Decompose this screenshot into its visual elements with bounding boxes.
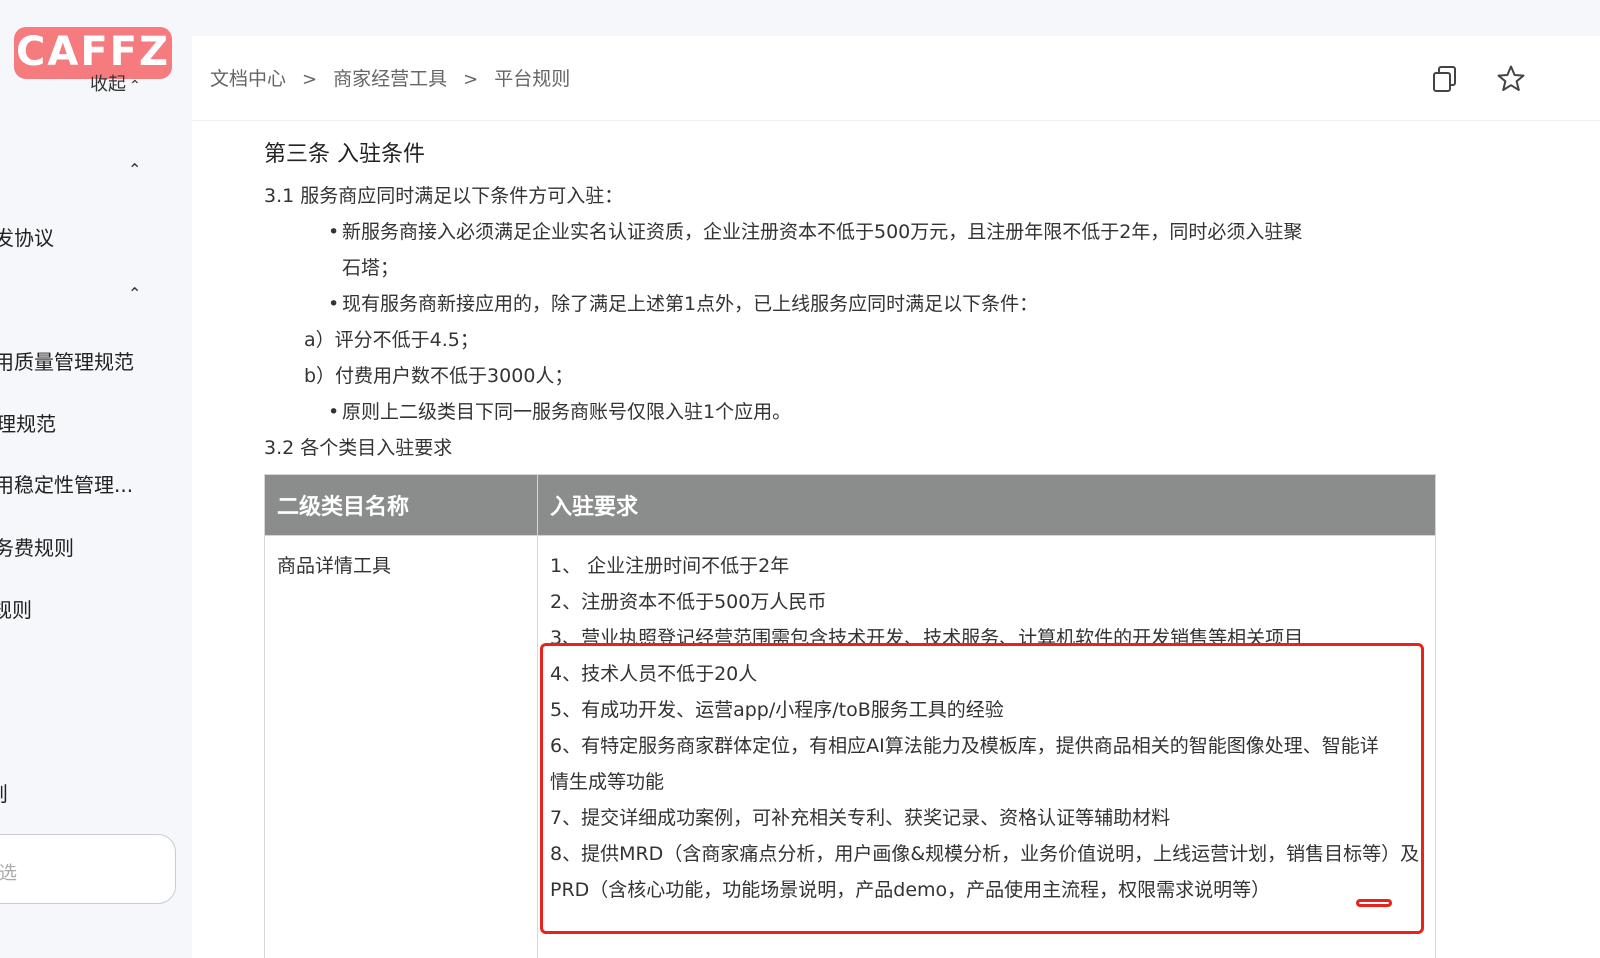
category-cell: 商品详情工具 <box>264 535 538 958</box>
requirement-item: 1、 企业注册时间不低于2年 <box>550 555 790 577</box>
collapse-button[interactable]: 收起 ⌃ <box>90 70 141 96</box>
sidebar-item[interactable]: 用质量管理规范 <box>0 346 134 375</box>
paragraph-3-1: 3.1 服务商应同时满足以下条件方可入驻： <box>264 185 624 207</box>
chevron-right-icon: > <box>463 69 479 90</box>
sub-item-b: b）付费用户数不低于3000人； <box>304 365 574 387</box>
star-icon[interactable] <box>1496 64 1526 94</box>
requirement-item: 7、提交详细成功案例，可补充相关专利、获奖记录、资格认证等辅助材料 <box>550 807 1171 829</box>
requirement-item: 4、技术人员不低于20人 <box>550 663 758 685</box>
paragraph-3-2: 3.2 各个类目入驻要求 <box>264 437 453 459</box>
chevron-up-icon[interactable]: ⌃ <box>128 160 141 179</box>
copy-icon[interactable] <box>1430 64 1460 94</box>
sub-item-a: a）评分不低于4.5； <box>304 329 479 351</box>
breadcrumb: 文档中心 > 商家经营工具 > 平台规则 <box>210 64 570 91</box>
requirement-item: 8、提供MRD（含商家痛点分析，用户画像&规模分析，业务价值说明，上线运营计划，… <box>550 843 1420 901</box>
requirement-item: 5、有成功开发、运营app/小程序/toB服务工具的经验 <box>550 699 1004 721</box>
highlight-underline <box>1356 899 1392 907</box>
requirements-cell: 1、 企业注册时间不低于2年 2、注册资本不低于500万人民币 3、营业执照登记… <box>537 535 1436 958</box>
top-strip <box>0 0 1600 36</box>
search-placeholder: 选 <box>0 863 17 884</box>
requirement-item: 6、有特定服务商家群体定位，有相应AI算法能力及模板库，提供商品相关的智能图像处… <box>550 735 1379 793</box>
breadcrumb-doc-center[interactable]: 文档中心 <box>210 68 286 90</box>
sidebar-item[interactable]: 则 <box>0 778 8 807</box>
requirement-item: 3、营业执照登记经营范围需包含技术开发、技术服务、计算机软件的开发销售等相关项目 <box>550 627 1304 649</box>
sidebar-item[interactable]: 理规范 <box>0 408 56 437</box>
chevron-up-icon: ⌃ <box>129 78 141 94</box>
table-row: 商品详情工具 1、 企业注册时间不低于2年 2、注册资本不低于500万人民币 3… <box>264 535 1436 958</box>
table-header-requirements: 入驻要求 <box>537 474 1436 536</box>
breadcrumb-platform-rules[interactable]: 平台规则 <box>494 68 570 90</box>
section-heading: 第三条 入驻条件 <box>264 142 425 167</box>
requirements-table: 二级类目名称 入驻要求 商品详情工具 1、 企业注册时间不低于2年 2、注册资本… <box>264 474 1436 958</box>
page-header: 文档中心 > 商家经营工具 > 平台规则 <box>192 36 1600 121</box>
bullet-2: 现有服务商新接应用的，除了满足上述第1点外，已上线服务应同时满足以下条件： <box>328 292 1038 316</box>
sidebar-item[interactable]: 发协议 <box>0 222 54 251</box>
sidebar-item[interactable]: 用稳定性管理... <box>0 469 133 498</box>
sidebar: CAFFZ 收起 ⌃ ⌃ 发协议 ⌃ 用质量管理规范 理规范 用稳定性管理... … <box>0 0 192 958</box>
collapse-label: 收起 <box>90 74 126 95</box>
bullet-3: 原则上二级类目下同一服务商账号仅限入驻1个应用。 <box>328 400 791 424</box>
breadcrumb-merchant-tools[interactable]: 商家经营工具 <box>333 68 447 90</box>
document-content: 第三条 入驻条件 3.1 服务商应同时满足以下条件方可入驻： 新服务商接入必须满… <box>192 120 1600 958</box>
bullet-1-line-2: 石塔； <box>342 257 400 279</box>
search-input[interactable]: 选 <box>0 834 176 904</box>
chevron-up-icon[interactable]: ⌃ <box>128 284 141 303</box>
bullet-1-line-1: 新服务商接入必须满足企业实名认证资质，企业注册资本不低于500万元，且注册年限不… <box>328 220 1302 244</box>
sidebar-item[interactable]: 务费规则 <box>0 532 74 561</box>
requirement-item: 2、注册资本不低于500万人民币 <box>550 591 827 613</box>
sidebar-item[interactable]: 规则 <box>0 594 32 623</box>
table-header-category: 二级类目名称 <box>264 474 538 536</box>
chevron-right-icon: > <box>302 69 318 90</box>
